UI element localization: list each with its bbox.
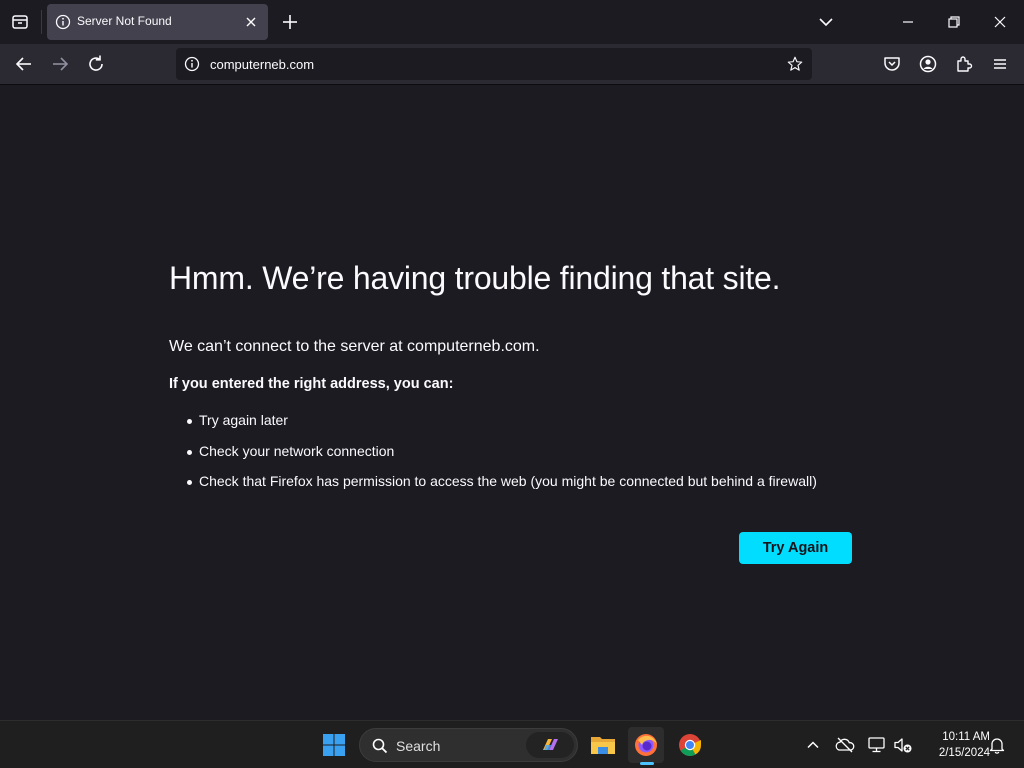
list-all-tabs-button[interactable] bbox=[6, 8, 34, 36]
file-explorer-icon bbox=[591, 737, 615, 754]
tab-title: Server Not Found bbox=[77, 14, 172, 28]
minimize-icon[interactable] bbox=[896, 10, 920, 34]
chrome-app[interactable] bbox=[672, 727, 708, 763]
suggestions-list: Try again later Check your network conne… bbox=[169, 412, 817, 504]
navigation-toolbar: computerneb.com bbox=[0, 44, 1024, 85]
clock-date: 2/15/2024 bbox=[938, 747, 990, 759]
taskbar-search[interactable]: Search bbox=[359, 728, 578, 762]
chevron-down-icon[interactable] bbox=[814, 10, 838, 34]
restore-icon[interactable] bbox=[942, 10, 966, 34]
reload-icon[interactable] bbox=[84, 52, 108, 76]
suggestions-heading: If you entered the right address, you ca… bbox=[169, 376, 454, 392]
notification-bell-icon[interactable] bbox=[987, 735, 1007, 755]
copilot-button[interactable] bbox=[526, 732, 574, 758]
chrome-icon bbox=[679, 734, 701, 756]
search-icon bbox=[372, 738, 388, 754]
windows-start-icon[interactable] bbox=[322, 733, 346, 757]
plus-icon[interactable] bbox=[278, 10, 302, 34]
error-description: We can’t connect to the server at comput… bbox=[169, 338, 540, 355]
windows-taskbar: Search 10:11 AM 2/15/2024 bbox=[0, 720, 1024, 768]
list-all-tabs-icon bbox=[12, 15, 28, 29]
error-title: Hmm. We’re having trouble finding that s… bbox=[169, 260, 781, 296]
pocket-icon[interactable] bbox=[880, 52, 904, 76]
file-explorer-app[interactable] bbox=[585, 727, 621, 763]
try-again-button[interactable]: Try Again bbox=[739, 532, 852, 564]
window-close-icon[interactable] bbox=[988, 10, 1012, 34]
extensions-icon[interactable] bbox=[952, 52, 976, 76]
hamburger-menu-icon[interactable] bbox=[988, 52, 1012, 76]
forward-arrow-icon[interactable] bbox=[48, 52, 72, 76]
search-label: Search bbox=[396, 738, 441, 754]
system-clock[interactable]: 10:11 AM 2/15/2024 bbox=[918, 729, 990, 761]
star-icon[interactable] bbox=[786, 55, 804, 73]
list-item: Check that Firefox has permission to acc… bbox=[169, 473, 817, 504]
firefox-app[interactable] bbox=[628, 727, 664, 763]
clock-time: 10:11 AM bbox=[942, 731, 990, 743]
address-bar[interactable]: computerneb.com bbox=[176, 48, 812, 80]
network-icon[interactable] bbox=[866, 734, 888, 756]
info-icon[interactable] bbox=[184, 56, 200, 72]
tab-strip: Server Not Found bbox=[0, 0, 1024, 44]
close-icon[interactable] bbox=[243, 14, 259, 30]
copilot-icon bbox=[543, 739, 558, 750]
active-app-indicator bbox=[640, 762, 654, 765]
firefox-icon bbox=[635, 734, 657, 756]
info-icon bbox=[55, 14, 71, 30]
tab-server-not-found[interactable]: Server Not Found bbox=[47, 4, 268, 40]
list-item: Try again later bbox=[169, 412, 817, 443]
list-item: Check your network connection bbox=[169, 443, 817, 474]
account-icon[interactable] bbox=[916, 52, 940, 76]
page-content: Hmm. We’re having trouble finding that s… bbox=[0, 86, 1024, 720]
url-text[interactable]: computerneb.com bbox=[210, 57, 314, 72]
back-arrow-icon[interactable] bbox=[12, 52, 36, 76]
volume-muted-icon[interactable] bbox=[892, 734, 914, 756]
tab-separator bbox=[41, 10, 42, 34]
onedrive-offline-icon[interactable] bbox=[834, 734, 856, 756]
chevron-up-icon[interactable] bbox=[803, 735, 823, 755]
